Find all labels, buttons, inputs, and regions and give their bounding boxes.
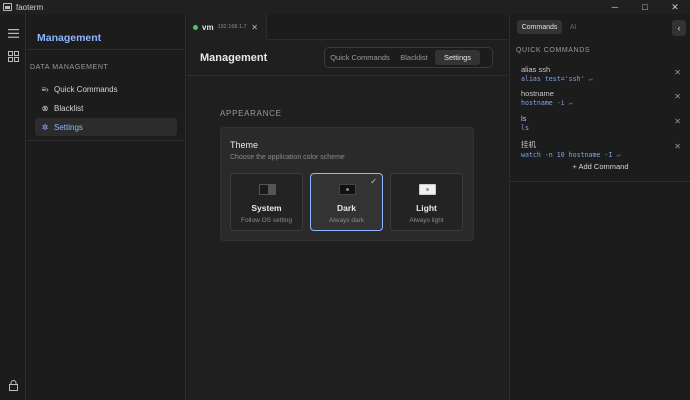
add-command-button[interactable]: + Add Command xyxy=(510,162,690,171)
app-title: faoterm xyxy=(16,2,44,12)
blocked-icon: ⊗ xyxy=(41,103,49,113)
window-controls: ─ □ ✕ xyxy=(600,0,690,14)
delete-command-icon[interactable]: ✕ xyxy=(674,142,681,151)
icon-rail xyxy=(0,14,26,400)
panel-divider xyxy=(510,181,690,182)
theme-option-desc: Always light xyxy=(409,217,444,224)
theme-option-desc: Follow OS setting xyxy=(241,217,292,224)
sidebar-section-label: DATA MANAGEMENT xyxy=(30,64,109,71)
tab-quick-commands[interactable]: Quick Commands xyxy=(327,50,393,65)
page-title: Management xyxy=(200,52,268,64)
close-window-button[interactable]: ✕ xyxy=(660,0,690,14)
tab-commands[interactable]: Commands xyxy=(517,20,562,34)
close-tab-icon[interactable]: ✕ xyxy=(251,23,258,32)
command-value: alias test='ssh' ↵ xyxy=(521,75,593,83)
tab-settings[interactable]: Settings xyxy=(435,50,480,65)
sidebar-header: Management xyxy=(27,14,185,50)
delete-command-icon[interactable]: ✕ xyxy=(674,117,681,126)
command-value: hostname -i ↵ xyxy=(521,99,573,107)
command-item[interactable]: hostname hostname -i ↵ ✕ xyxy=(521,89,681,107)
enter-icon: ↵ xyxy=(616,151,621,159)
gear-icon: ✲ xyxy=(41,122,49,132)
enter-icon: ↵ xyxy=(568,99,573,107)
theme-subtitle: Choose the application color scheme xyxy=(230,154,345,161)
theme-option-name: System xyxy=(251,203,282,213)
command-value: ls xyxy=(521,124,529,132)
session-tab-bar: vm 192.168.1.7 ✕ xyxy=(187,14,508,40)
management-sidebar: Management DATA MANAGEMENT ≡› Quick Comm… xyxy=(27,14,186,400)
commands-panel: Commands AI ‹ QUICK COMMANDS alias ssh a… xyxy=(509,14,690,400)
command-item[interactable]: ls ls ✕ xyxy=(521,114,681,132)
quick-commands-heading: QUICK COMMANDS xyxy=(516,47,591,54)
lock-icon[interactable] xyxy=(6,378,20,392)
command-name: 挂机 xyxy=(521,140,536,149)
delete-command-icon[interactable]: ✕ xyxy=(674,68,681,77)
title-bar: faoterm ─ □ ✕ xyxy=(0,0,690,14)
app-icon xyxy=(3,3,12,11)
appearance-section-label: APPEARANCE xyxy=(220,109,282,118)
check-icon: ✓ xyxy=(370,177,377,186)
theme-option-name: Light xyxy=(416,203,437,213)
management-header: Management Quick Commands Blacklist Sett… xyxy=(187,40,508,76)
light-theme-preview-icon xyxy=(419,184,436,195)
tab-blacklist[interactable]: Blacklist xyxy=(393,50,435,65)
collapse-panel-icon[interactable]: ‹ xyxy=(672,20,686,36)
section-switcher: Quick Commands Blacklist Settings xyxy=(324,47,493,68)
theme-card: Theme Choose the application color schem… xyxy=(220,127,474,241)
minimize-button[interactable]: ─ xyxy=(600,0,630,14)
command-value: watch -n 10 hostname -I ↵ xyxy=(521,151,621,159)
command-name: hostname xyxy=(521,89,554,98)
sidebar-item-label: Quick Commands xyxy=(54,84,118,94)
grid-icon[interactable] xyxy=(6,49,20,63)
delete-command-icon[interactable]: ✕ xyxy=(674,92,681,101)
session-name: vm xyxy=(202,22,214,32)
sidebar-item-label: Blacklist xyxy=(54,103,84,113)
command-name: ls xyxy=(521,114,527,123)
sidebar-item-settings[interactable]: ✲ Settings xyxy=(35,118,177,136)
theme-title: Theme xyxy=(230,140,259,150)
sidebar-item-quick-commands[interactable]: ≡› Quick Commands xyxy=(35,80,177,98)
theme-option-system[interactable]: System Follow OS setting xyxy=(230,173,303,231)
command-item[interactable]: alias ssh alias test='ssh' ↵ ✕ xyxy=(521,65,681,83)
dark-theme-preview-icon xyxy=(339,184,356,195)
panel-tabs: Commands AI ‹ xyxy=(510,14,690,40)
theme-option-dark[interactable]: ✓ Dark Always dark xyxy=(310,173,383,231)
sidebar-title: Management xyxy=(37,32,102,44)
theme-option-desc: Always dark xyxy=(328,217,365,224)
commands-icon: ≡› xyxy=(41,84,49,94)
status-dot xyxy=(193,24,198,30)
theme-option-name: Dark xyxy=(337,203,356,213)
maximize-button[interactable]: □ xyxy=(630,0,660,14)
tab-ai[interactable]: AI xyxy=(570,20,577,34)
command-item[interactable]: 挂机 watch -n 10 hostname -I ↵ ✕ xyxy=(521,139,681,159)
sidebar-item-label: Settings xyxy=(54,122,83,132)
sidebar-item-blacklist[interactable]: ⊗ Blacklist xyxy=(35,99,177,117)
system-theme-preview-icon xyxy=(259,184,276,195)
session-ip: 192.168.1.7 xyxy=(217,24,247,30)
session-tab[interactable]: vm 192.168.1.7 ✕ xyxy=(187,14,267,40)
main-area: vm 192.168.1.7 ✕ Management Quick Comman… xyxy=(187,14,508,400)
sidebar-divider xyxy=(27,140,185,141)
list-icon[interactable] xyxy=(6,26,20,40)
command-name: alias ssh xyxy=(521,65,551,74)
enter-icon: ↵ xyxy=(588,75,593,83)
theme-option-light[interactable]: Light Always light xyxy=(390,173,463,231)
